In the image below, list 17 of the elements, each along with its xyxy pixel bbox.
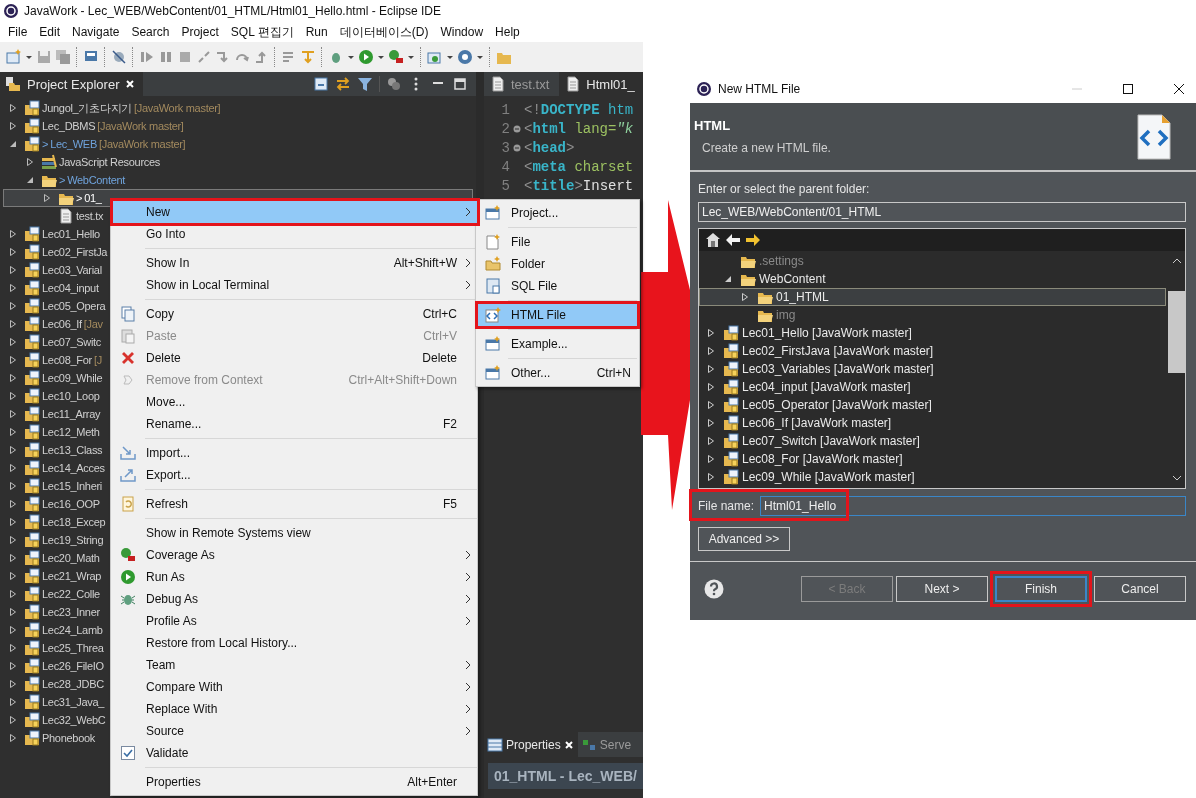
- code-line: <title>Insert: [524, 177, 634, 194]
- code-line: <!DOCTYPE htm: [524, 101, 634, 118]
- dialog-heading: HTML: [694, 118, 732, 133]
- window-title: JavaWork - Lec_WEB/WebContent/01_HTML/Html01_Hello.html - Eclipse IDE: [24, 4, 442, 18]
- dialog-title: New HTML File: [718, 82, 801, 96]
- line-number: 2: [500, 120, 510, 137]
- code-line: <head>: [524, 139, 575, 156]
- line-number: 5: [500, 177, 510, 194]
- field-label: File name:: [698, 499, 755, 513]
- properties-header: 01_HTML - Lec_WEB/: [488, 763, 643, 789]
- code-line: <meta charset: [524, 158, 634, 175]
- line-number: 4: [500, 158, 510, 175]
- code-line: <html lang="k: [524, 120, 634, 137]
- dialog-description: Create a new HTML file.: [702, 141, 832, 155]
- line-number: 1: [500, 101, 510, 118]
- field-label: Enter or select the parent folder:: [698, 182, 871, 196]
- line-number: 3: [500, 139, 510, 156]
